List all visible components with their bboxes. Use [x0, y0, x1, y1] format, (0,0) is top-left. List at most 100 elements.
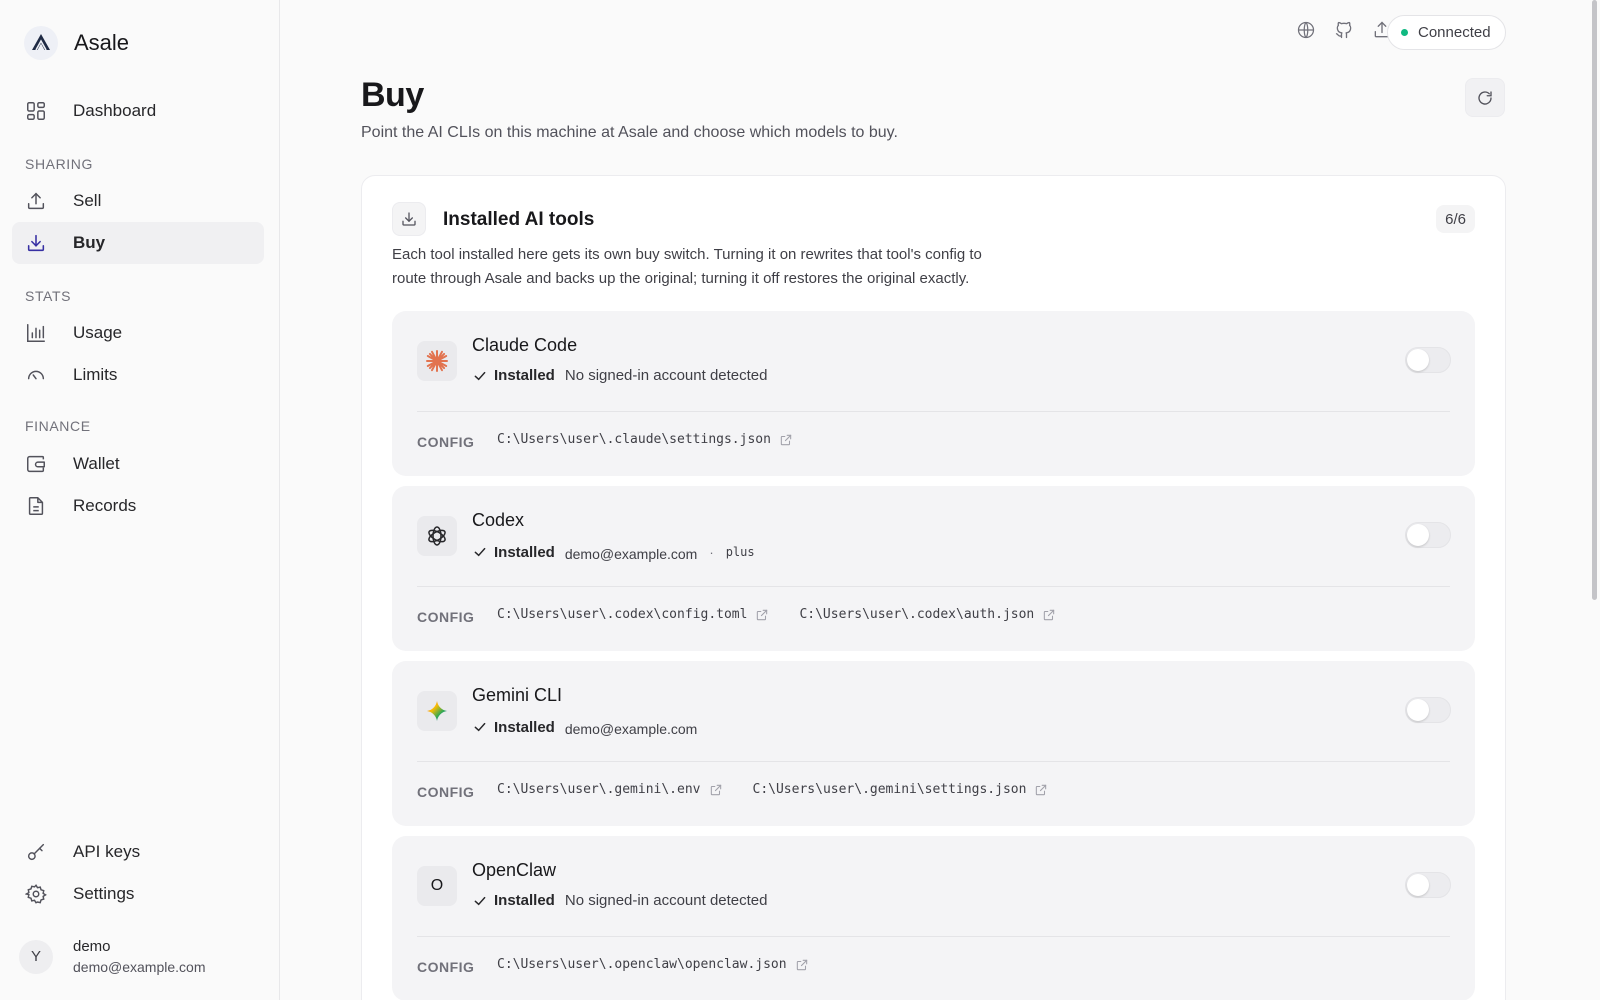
config-path-link[interactable]: C:\Users\user\.claude\settings.json	[497, 432, 793, 447]
scrollbar-thumb[interactable]	[1592, 0, 1597, 600]
sidebar-item-label: API keys	[73, 842, 141, 861]
sidebar-item-settings[interactable]: Settings	[12, 873, 264, 915]
github-icon[interactable]	[1334, 20, 1354, 40]
external-link-icon	[780, 434, 792, 445]
config-paths: C:\Users\user\.codex\config.toml C:\User…	[497, 607, 1056, 622]
app-name: Asale	[74, 30, 130, 55]
tool-name: Claude Code	[472, 335, 578, 355]
check-icon	[474, 896, 486, 905]
section-stats: STATS	[25, 288, 72, 304]
buy-toggle-codex[interactable]	[1405, 522, 1451, 548]
config-paths: C:\Users\user\.openclaw\openclaw.json	[497, 957, 809, 972]
config-path-link[interactable]: C:\Users\user\.codex\config.toml	[497, 607, 769, 622]
tool-count-badge: 6/6	[1436, 205, 1475, 233]
tool-status: Installed demo@example.com	[472, 717, 697, 737]
account-email: demo@example.com	[564, 546, 698, 562]
buy-toggle-claude-code[interactable]	[1405, 347, 1451, 373]
buy-toggle-openclaw[interactable]	[1405, 872, 1451, 898]
refresh-icon	[1478, 90, 1492, 105]
tool-status: Installed demo@example.com · plus	[472, 542, 755, 562]
sidebar-item-limits[interactable]: Limits	[12, 354, 264, 396]
tool-row-openclaw: O OpenClaw Installed No signed-in accoun…	[392, 836, 1475, 1000]
account-detail: No signed-in account detected	[564, 892, 768, 909]
divider	[417, 936, 1450, 937]
wallet-icon	[27, 455, 45, 473]
brand[interactable]: Asale	[24, 26, 129, 60]
config-path-text: C:\Users\user\.gemini\settings.json	[752, 782, 1027, 797]
sidebar-item-records[interactable]: Records	[12, 485, 264, 527]
claude-icon	[417, 341, 457, 381]
account-email: demo@example.com	[564, 721, 698, 737]
refresh-button[interactable]	[1465, 78, 1505, 117]
installed-label: Installed	[494, 892, 555, 909]
installed-tools-card: Installed AI tools 6/6 Each tool install…	[361, 175, 1506, 1000]
plan-label: plus	[725, 545, 755, 559]
check-icon	[474, 547, 486, 557]
config-paths: C:\Users\user\.gemini\.env C:\Users\user…	[497, 782, 1048, 797]
user-profile[interactable]: Y demo demo@example.com	[19, 938, 206, 975]
page-title: Buy	[361, 76, 424, 114]
config-paths: C:\Users\user\.claude\settings.json	[497, 432, 793, 447]
icon-letter: O	[430, 877, 444, 894]
config-path-link[interactable]: C:\Users\user\.codex\auth.json	[799, 607, 1056, 622]
toggle-knob	[1407, 874, 1429, 896]
sidebar: Asale Dashboard SHARING Sell Buy STATS U…	[0, 0, 280, 1000]
config-label: CONFIG	[417, 434, 475, 450]
tool-name: Gemini CLI	[472, 685, 563, 705]
config-path-text: C:\Users\user\.gemini\.env	[497, 782, 701, 797]
external-link-icon	[796, 959, 807, 970]
account-detail: No signed-in account detected	[564, 367, 768, 384]
status-dot-icon	[1401, 29, 1408, 36]
buy-toggle-gemini-cli[interactable]	[1405, 697, 1451, 723]
download-icon	[392, 202, 426, 236]
config-path-text: C:\Users\user\.codex\config.toml	[497, 607, 748, 622]
external-link-icon	[757, 609, 768, 620]
divider	[417, 411, 1450, 412]
check-icon	[474, 371, 486, 380]
tool-name: Codex	[472, 510, 525, 530]
document-icon	[28, 497, 44, 515]
separator: ·	[709, 544, 714, 560]
section-sharing: SHARING	[25, 156, 93, 172]
sidebar-item-dashboard[interactable]: Dashboard	[12, 90, 264, 132]
config-path-text: C:\Users\user\.codex\auth.json	[799, 607, 1035, 622]
download-icon	[27, 234, 45, 252]
config-path-link[interactable]: C:\Users\user\.gemini\settings.json	[753, 782, 1049, 797]
external-link-icon	[1036, 784, 1047, 795]
sidebar-item-wallet[interactable]: Wallet	[12, 443, 264, 485]
globe-icon[interactable]	[1296, 20, 1316, 40]
toggle-knob	[1407, 524, 1429, 546]
openclaw-letter-icon: O	[417, 866, 457, 906]
connection-status-badge[interactable]: Connected	[1387, 15, 1506, 50]
topbar-icons	[1296, 20, 1392, 40]
page-subtitle: Point the AI CLIs on this machine at Asa…	[361, 124, 898, 141]
divider	[417, 586, 1450, 587]
tool-status: Installed No signed-in account detected	[472, 892, 768, 909]
gear-icon	[25, 884, 47, 904]
config-path-link[interactable]: C:\Users\user\.openclaw\openclaw.json	[497, 957, 809, 972]
divider	[417, 761, 1450, 762]
status-text: Connected	[1418, 24, 1491, 41]
sidebar-item-label: Usage	[73, 323, 123, 342]
page-scrollbar[interactable]	[1590, 0, 1600, 600]
installed-label: Installed	[494, 718, 555, 736]
asale-logo-icon	[24, 26, 58, 60]
toggle-knob	[1407, 349, 1429, 371]
gemini-sparkle-icon	[417, 691, 457, 731]
upload-icon	[27, 192, 45, 210]
tool-status: Installed No signed-in account detected	[472, 367, 768, 384]
sidebar-item-api-keys[interactable]: API keys	[12, 831, 264, 873]
config-label: CONFIG	[417, 784, 475, 800]
gauge-icon	[27, 370, 45, 380]
sidebar-item-sell[interactable]: Sell	[12, 180, 264, 222]
config-path-link[interactable]: C:\Users\user\.gemini\.env	[497, 782, 723, 797]
tool-row-claude-code: Claude Code Installed No signed-in accou…	[392, 311, 1475, 476]
sidebar-item-label: Dashboard	[73, 101, 157, 120]
sidebar-item-label: Sell	[73, 191, 102, 210]
external-link-icon	[710, 784, 721, 795]
sidebar-item-label: Wallet	[73, 454, 120, 473]
dashboard-icon	[27, 102, 45, 120]
sidebar-item-usage[interactable]: Usage	[12, 312, 264, 354]
tool-row-codex: Codex Installed demo@example.com · plus …	[392, 486, 1475, 651]
sidebar-item-buy[interactable]: Buy	[12, 222, 264, 264]
